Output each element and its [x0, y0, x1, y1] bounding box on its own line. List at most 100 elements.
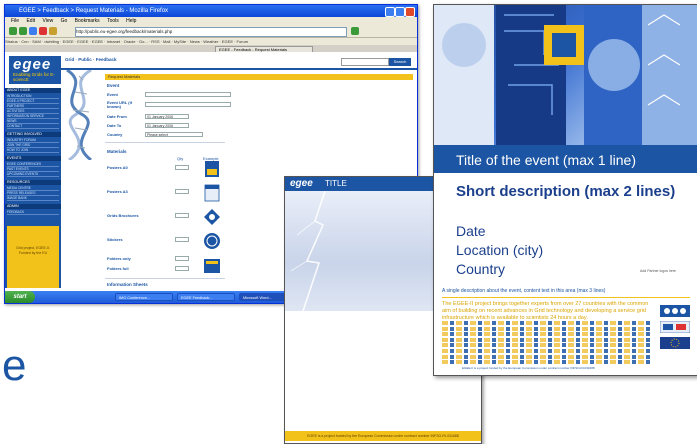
logo-text: egee	[13, 56, 52, 73]
start-button[interactable]: start	[5, 291, 35, 303]
materials-section-title: Materials	[107, 149, 127, 154]
qty-input-brochures[interactable]	[175, 213, 189, 218]
menu-help[interactable]: Help	[126, 18, 136, 24]
event-url-input[interactable]	[145, 102, 231, 107]
taskbar-item[interactable]: EGEE Feedback...	[177, 293, 235, 301]
stop-icon[interactable]	[39, 27, 47, 35]
site-top-links[interactable]: Grid · Public · Feedback	[65, 57, 117, 62]
material-label-stickers: Stickers	[107, 237, 123, 242]
nav-section-admin: ADMIN	[5, 204, 61, 209]
section-divider	[105, 278, 225, 279]
section-divider	[105, 142, 225, 143]
event-label: Event	[107, 92, 118, 97]
dna-helix-image	[66, 70, 92, 160]
folder-thumbnail-icon	[204, 259, 220, 273]
site-search-button[interactable]: Search	[389, 58, 411, 66]
menu-view[interactable]: View	[42, 18, 53, 24]
poster-divider	[442, 297, 690, 298]
info-sheets-section-title: Information Sheets	[107, 282, 148, 287]
poster-partner-logo-note: Add Partner logos here	[640, 269, 676, 273]
poster-country: Country	[456, 261, 506, 277]
eu-flag-icon	[660, 337, 690, 349]
form-header: Request Materials	[105, 74, 413, 80]
nav-item-upcoming-events[interactable]: UPCOMING EVENTS	[7, 172, 59, 177]
qty-input-posters-a0[interactable]	[175, 165, 189, 170]
poster-a0-thumbnail-icon	[205, 161, 219, 177]
poster-back-footer: EGEE is a project funded by the European…	[285, 431, 481, 441]
material-label-folders-full: Folders full	[107, 266, 129, 271]
window-title: EGEE > Feedback > Request Materials - Mo…	[19, 8, 169, 14]
poster-a3-thumbnail-icon	[204, 184, 220, 202]
nav-item-image-bank[interactable]: IMAGE BANK	[7, 196, 59, 201]
nav-item-feedback[interactable]: FEEDBACK	[7, 210, 59, 215]
poster-template-front: Title of the event (max 1 line) Short de…	[433, 4, 697, 376]
sidebar-promo-text: Grid project, EGEE-II. Funded by the EU	[16, 246, 50, 255]
menu-go[interactable]: Go	[61, 18, 68, 24]
date-to-label: Date To	[107, 123, 122, 128]
egee-logo-icon	[660, 305, 690, 317]
forward-icon[interactable]	[19, 27, 27, 35]
menu-file[interactable]: File	[11, 18, 19, 24]
tab-strip: EGEE - Feedback - Request Materials	[5, 45, 417, 54]
poster-project-blurb: The EGEE-II project brings together expe…	[442, 301, 649, 321]
slide-text-fragment: e	[2, 341, 27, 390]
qty-input-stickers[interactable]	[175, 237, 189, 242]
poster-back-title: TITLE	[325, 179, 347, 188]
event-input[interactable]	[145, 92, 231, 97]
back-icon[interactable]	[9, 27, 17, 35]
minimize-button[interactable]	[385, 7, 395, 17]
country-select[interactable]: Please select	[145, 132, 203, 137]
poster-single-description: A single description about the event, co…	[442, 288, 606, 294]
close-button[interactable]	[405, 7, 415, 17]
partner-logo-icon	[660, 321, 690, 333]
nav-section-about: ABOUT EGEE	[5, 88, 61, 93]
country-label: Country	[107, 132, 123, 137]
poster-location: Location (city)	[456, 242, 544, 258]
window-titlebar[interactable]: EGEE > Feedback > Request Materials - Mo…	[5, 5, 417, 17]
poster-event-title: Title of the event (max 1 line)	[456, 152, 637, 168]
qty-input-folders-full[interactable]	[175, 266, 189, 271]
sticker-thumbnail-icon	[204, 233, 220, 249]
nav-section-events: EVENTS	[5, 156, 61, 161]
material-label-posters-a0: Posters A0	[107, 165, 128, 170]
poster-partner-list	[442, 321, 652, 365]
circuit-collage-icon	[434, 5, 697, 145]
event-url-label: Event URL (if known)	[107, 100, 133, 109]
egee-logo[interactable]: egee Enabling Grids for E-sciencE	[9, 56, 61, 84]
date-from-select[interactable]: 01 January 2006	[145, 114, 189, 119]
poster-hero-image	[434, 5, 697, 145]
reload-icon[interactable]	[29, 27, 37, 35]
qty-column-header: Qty	[177, 156, 184, 161]
date-to-select[interactable]: 01 January 2006	[145, 123, 189, 128]
home-icon[interactable]	[49, 27, 57, 35]
material-label-brochures: Grids Brochures	[107, 213, 139, 218]
sidebar-promo: Grid project, EGEE-II. Funded by the EU	[7, 226, 59, 288]
nav-item-how-to-join[interactable]: HOW TO JOIN	[7, 148, 59, 153]
address-bar[interactable]: http://public.eu-egee.org/feedback/mater…	[75, 27, 347, 37]
poster-back-logo: egee	[290, 178, 313, 189]
date-from-label: Date From	[107, 114, 127, 119]
qty-input-folders-only[interactable]	[175, 256, 189, 261]
nav-item-contact[interactable]: CONTACT	[7, 124, 59, 129]
menu-tools[interactable]: Tools	[107, 18, 119, 24]
taskbar-item[interactable]: IMG Conference...	[115, 293, 173, 301]
qty-input-posters-a3[interactable]	[175, 189, 189, 194]
nav-section-getting-involved: GETTING INVOLVED	[5, 132, 61, 137]
poster-front-footer: EGEE-II is a project funded by the Europ…	[462, 366, 595, 370]
poster-short-description: Short description (max 2 lines)	[456, 183, 676, 200]
bookmarks-toolbar[interactable]: Stratus · Cnn · SAM · dwhiting · EGEE · …	[5, 38, 417, 45]
material-label-folders-only: Folders only	[107, 256, 131, 261]
maximize-button[interactable]	[395, 7, 405, 17]
brochure-thumbnail-icon	[204, 209, 220, 225]
site-search-input[interactable]	[341, 58, 389, 66]
menu-bookmarks[interactable]: Bookmarks	[75, 18, 100, 24]
nav-section-resources: RESOURCES	[5, 180, 61, 185]
logo-tagline: Enabling Grids for E-sciencE	[13, 72, 55, 82]
go-icon[interactable]	[351, 27, 359, 35]
material-label-posters-a3: Posters A3	[107, 189, 128, 194]
header-rule	[61, 68, 417, 70]
poster-date: Date	[456, 223, 486, 239]
menu-bar: File Edit View Go Bookmarks Tools Help	[5, 17, 417, 25]
menu-edit[interactable]: Edit	[26, 18, 35, 24]
event-section-title: Event	[107, 83, 120, 88]
